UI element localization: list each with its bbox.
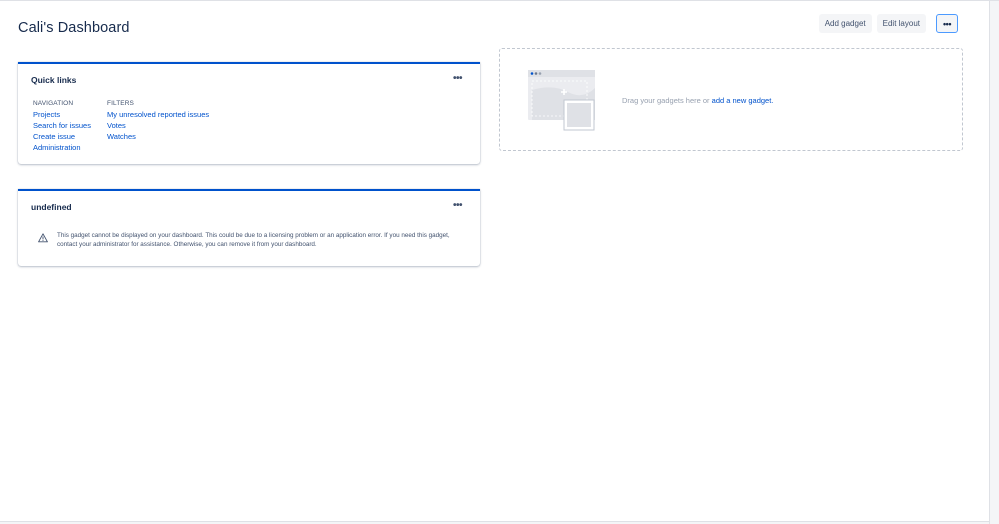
- gadget-error-message: This gadget cannot be displayed on your …: [57, 232, 450, 248]
- gadget-menu-button[interactable]: •••: [453, 200, 463, 211]
- link-create-issue[interactable]: Create issue: [33, 131, 91, 142]
- add-new-gadget-link[interactable]: add a new gadget.: [712, 96, 774, 105]
- gadget-title: undefined: [31, 202, 72, 212]
- navigation-column: NAVIGATION Projects Search for issues Cr…: [33, 100, 91, 153]
- quick-links-gadget: Quick links ••• NAVIGATION Projects Sear…: [18, 62, 480, 164]
- link-watches[interactable]: Watches: [107, 131, 209, 142]
- link-my-unresolved-issues[interactable]: My unresolved reported issues: [107, 109, 209, 120]
- vertical-scrollbar[interactable]: [989, 1, 999, 524]
- gadget-drop-zone[interactable]: Drag your gadgets here or add a new gadg…: [499, 48, 963, 151]
- edit-layout-button[interactable]: Edit layout: [876, 14, 926, 33]
- add-gadget-illustration-icon: [528, 70, 595, 131]
- undefined-gadget: undefined ••• This gadget cannot be disp…: [18, 189, 480, 266]
- dashboard-toolbar: Add gadget Edit layout •••: [818, 14, 958, 33]
- page-title: Cali's Dashboard: [18, 20, 130, 36]
- drop-zone-text: Drag your gadgets here or add a new gadg…: [622, 96, 773, 105]
- navigation-heading: NAVIGATION: [33, 100, 74, 107]
- gadget-title: Quick links: [31, 75, 77, 85]
- filters-heading: FILTERS: [107, 100, 134, 107]
- gadget-menu-button[interactable]: •••: [453, 73, 463, 84]
- link-votes[interactable]: Votes: [107, 120, 209, 131]
- link-administration[interactable]: Administration: [33, 142, 91, 153]
- filters-column: FILTERS My unresolved reported issues Vo…: [107, 100, 209, 142]
- more-actions-button[interactable]: •••: [936, 14, 958, 33]
- add-gadget-button[interactable]: Add gadget: [818, 14, 872, 33]
- drop-zone-label: Drag your gadgets here or: [622, 96, 710, 105]
- warning-icon: [38, 233, 48, 243]
- link-projects[interactable]: Projects: [33, 109, 91, 120]
- link-search-issues[interactable]: Search for issues: [33, 120, 91, 131]
